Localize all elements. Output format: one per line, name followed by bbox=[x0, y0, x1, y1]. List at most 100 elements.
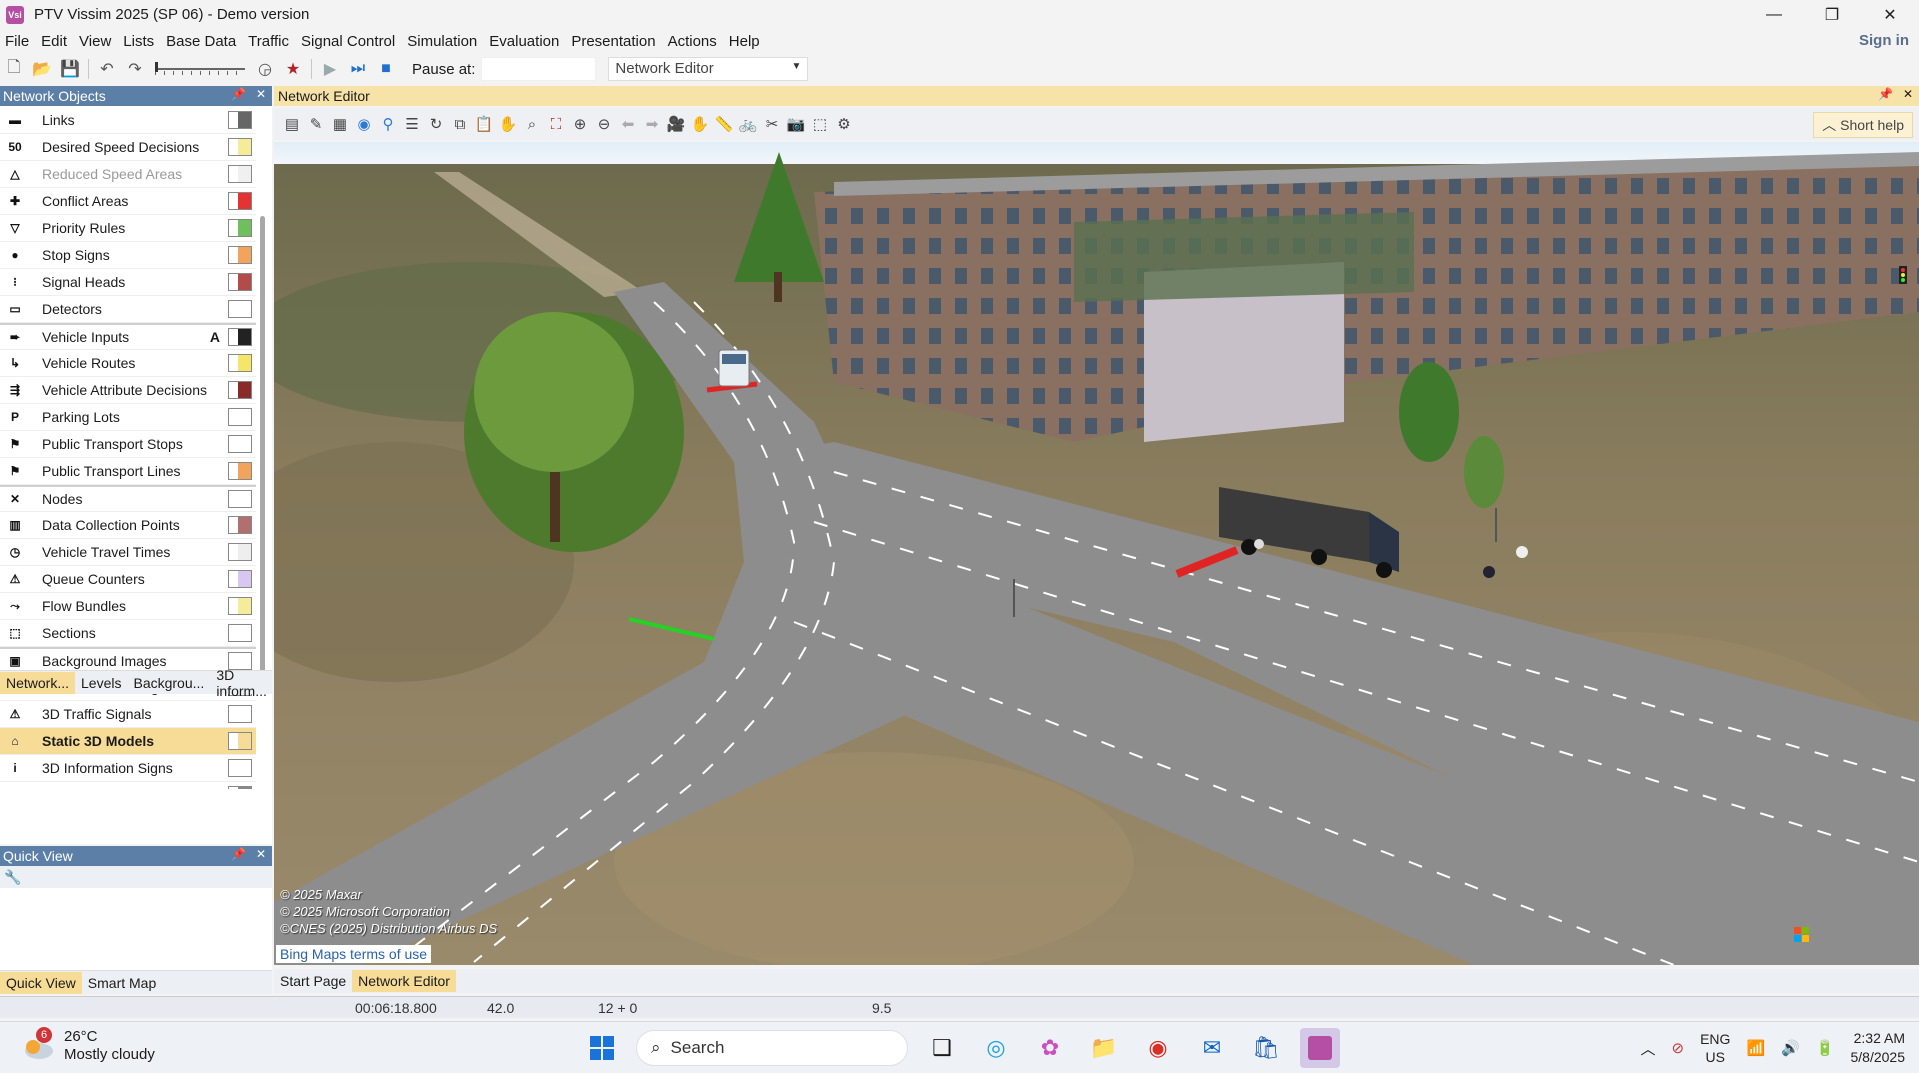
graphic-parameters-swatch[interactable] bbox=[228, 732, 252, 750]
menu-file[interactable]: File bbox=[0, 33, 35, 50]
network-object-row[interactable]: ▭ Detectors bbox=[0, 296, 256, 323]
graphic-parameters-swatch[interactable] bbox=[228, 219, 252, 237]
max-speed-icon[interactable]: ◶ bbox=[255, 59, 275, 79]
close-button[interactable]: ✕ bbox=[1861, 0, 1919, 29]
rotate-icon[interactable]: ↻ bbox=[426, 114, 446, 134]
outlook-icon[interactable]: ✉ bbox=[1192, 1028, 1232, 1068]
network-object-row[interactable]: ✚ Conflict Areas bbox=[0, 188, 256, 215]
sign-in-link[interactable]: Sign in bbox=[1859, 32, 1909, 49]
network-object-row[interactable]: ➨ Vehicle Inputs A bbox=[0, 323, 256, 350]
network-object-row[interactable]: ◷ Vehicle Travel Times bbox=[0, 539, 256, 566]
network-object-row[interactable]: P Parking Lots bbox=[0, 404, 256, 431]
paste-icon[interactable]: 📋 bbox=[474, 114, 494, 134]
zoom-out-icon[interactable]: ⊖ bbox=[594, 114, 614, 134]
redo-icon[interactable]: ↷ bbox=[125, 59, 145, 79]
network-object-row[interactable]: ↳ Vehicle Routes bbox=[0, 350, 256, 377]
network-object-row[interactable]: ⚑ Public Transport Lines bbox=[0, 458, 256, 485]
editor-menu-icon[interactable]: ▤ bbox=[282, 114, 302, 134]
network-object-row[interactable]: ▬ Links bbox=[0, 107, 256, 134]
globe-icon[interactable]: ◉ bbox=[354, 114, 374, 134]
zoom-in-icon[interactable]: ⊕ bbox=[570, 114, 590, 134]
graphic-parameters-swatch[interactable] bbox=[228, 354, 252, 372]
play-icon[interactable]: ▶ bbox=[320, 59, 340, 79]
open-folder-icon[interactable]: 📂 bbox=[32, 59, 52, 79]
graphic-parameters-swatch[interactable] bbox=[228, 111, 252, 129]
close-icon[interactable]: ✕ bbox=[256, 87, 266, 101]
graphic-parameters-swatch[interactable] bbox=[228, 165, 252, 183]
bing-terms-link[interactable]: Bing Maps terms of use bbox=[276, 945, 432, 963]
tab-network-editor[interactable]: Network Editor bbox=[352, 970, 456, 992]
graphic-parameters-swatch[interactable] bbox=[228, 462, 252, 480]
vissim-taskbar-icon[interactable] bbox=[1300, 1028, 1340, 1068]
3d-mode-icon[interactable]: ⬚ bbox=[810, 114, 830, 134]
network-object-row[interactable]: ⬚ Sections bbox=[0, 620, 256, 647]
graphic-parameters-swatch[interactable] bbox=[228, 516, 252, 534]
pin-icon[interactable]: 📌 bbox=[1878, 87, 1893, 101]
file-explorer-icon[interactable]: 📁 bbox=[1084, 1028, 1124, 1068]
network-object-row[interactable]: ⇶ Vehicle Attribute Decisions bbox=[0, 377, 256, 404]
menu-view[interactable]: View bbox=[73, 33, 117, 50]
edit-settings-icon[interactable]: ✎ bbox=[306, 114, 326, 134]
network-object-row[interactable]: ⚑ Public Transport Stops bbox=[0, 431, 256, 458]
vehicle-select-icon[interactable]: 🚲 bbox=[738, 114, 758, 134]
graphic-parameters-swatch[interactable] bbox=[228, 138, 252, 156]
copy-icon[interactable]: ⧉ bbox=[450, 114, 470, 134]
remove-vehicle-icon[interactable]: ✂ bbox=[762, 114, 782, 134]
graphic-parameters-swatch[interactable] bbox=[228, 192, 252, 210]
pin-icon[interactable]: 📌 bbox=[231, 847, 246, 861]
language-indicator[interactable]: ENG US bbox=[1700, 1030, 1730, 1066]
battery-icon[interactable]: 🔋 bbox=[1816, 1039, 1835, 1057]
network-object-row[interactable]: ✕ Nodes bbox=[0, 485, 256, 512]
windows-start-icon[interactable] bbox=[582, 1028, 622, 1068]
pan-icon[interactable]: ✋ bbox=[498, 114, 518, 134]
graphic-parameters-swatch[interactable] bbox=[228, 570, 252, 588]
graphic-parameters-swatch[interactable] bbox=[228, 786, 252, 789]
network-object-row[interactable]: ⚠ 3D Traffic Signals bbox=[0, 701, 256, 728]
menu-signal-control[interactable]: Signal Control bbox=[295, 33, 401, 50]
network-object-row[interactable]: △ Reduced Speed Areas bbox=[0, 161, 256, 188]
graphic-parameters-swatch[interactable] bbox=[228, 328, 252, 346]
pause-at-input[interactable] bbox=[481, 57, 597, 81]
menu-presentation[interactable]: Presentation bbox=[565, 33, 661, 50]
grid-icon[interactable]: ▦ bbox=[330, 114, 350, 134]
store-icon[interactable]: 🛍 bbox=[1246, 1028, 1286, 1068]
weather-widget[interactable]: 6 26°C Mostly cloudy bbox=[22, 1027, 155, 1064]
graphic-parameters-swatch[interactable] bbox=[228, 408, 252, 426]
menu-help[interactable]: Help bbox=[723, 33, 766, 50]
chrome-icon[interactable]: ◉ bbox=[1138, 1028, 1178, 1068]
zoom-extents-icon[interactable]: ⛶ bbox=[546, 114, 566, 134]
network-object-row[interactable]: ▽ Priority Rules bbox=[0, 215, 256, 242]
network-objects-tab[interactable]: Network... bbox=[0, 671, 76, 694]
menu-base-data[interactable]: Base Data bbox=[160, 33, 242, 50]
network-object-row[interactable]: i 3D Information Signs bbox=[0, 755, 256, 782]
pin-icon[interactable]: 📌 bbox=[231, 87, 246, 101]
map-pin-icon[interactable]: ⚲ bbox=[378, 114, 398, 134]
favorite-star-icon[interactable]: ★ bbox=[283, 59, 303, 79]
graphic-parameters-swatch[interactable] bbox=[228, 759, 252, 777]
network-object-row[interactable]: ● Stop Signs bbox=[0, 242, 256, 269]
chevron-up-icon[interactable]: ︿ bbox=[1641, 1038, 1656, 1059]
graphic-parameters-swatch[interactable] bbox=[228, 624, 252, 642]
graphic-parameters-swatch[interactable] bbox=[228, 543, 252, 561]
list-scrollbar[interactable] bbox=[258, 192, 268, 688]
volume-icon[interactable]: 🔊 bbox=[1781, 1039, 1800, 1057]
network-object-row[interactable]: ⁝ Signal Heads bbox=[0, 269, 256, 296]
zoom-search-icon[interactable]: ⌕ bbox=[522, 114, 542, 134]
menu-traffic[interactable]: Traffic bbox=[242, 33, 295, 50]
graphic-parameters-swatch[interactable] bbox=[228, 381, 252, 399]
tab-start-page[interactable]: Start Page bbox=[274, 970, 352, 992]
menu-evaluation[interactable]: Evaluation bbox=[483, 33, 565, 50]
graphic-parameters-swatch[interactable] bbox=[228, 300, 252, 318]
menu-actions[interactable]: Actions bbox=[662, 33, 723, 50]
traffic-light-icon[interactable] bbox=[1899, 266, 1907, 284]
stop-icon[interactable]: ■ bbox=[376, 59, 396, 79]
traffic-icon[interactable]: ⚙ bbox=[834, 114, 854, 134]
new-file-icon[interactable]: 🗋 bbox=[4, 59, 24, 79]
network-objects-tab[interactable]: Backgrou... bbox=[127, 672, 210, 694]
graphic-parameters-swatch[interactable] bbox=[228, 273, 252, 291]
undo-icon[interactable]: ↶ bbox=[97, 59, 117, 79]
back-arrow-icon[interactable]: ⬅ bbox=[618, 114, 638, 134]
short-help-button[interactable]: ︿ Short help bbox=[1813, 112, 1913, 138]
close-icon[interactable]: ✕ bbox=[256, 847, 266, 861]
wifi-icon[interactable]: 📶 bbox=[1746, 1039, 1765, 1057]
